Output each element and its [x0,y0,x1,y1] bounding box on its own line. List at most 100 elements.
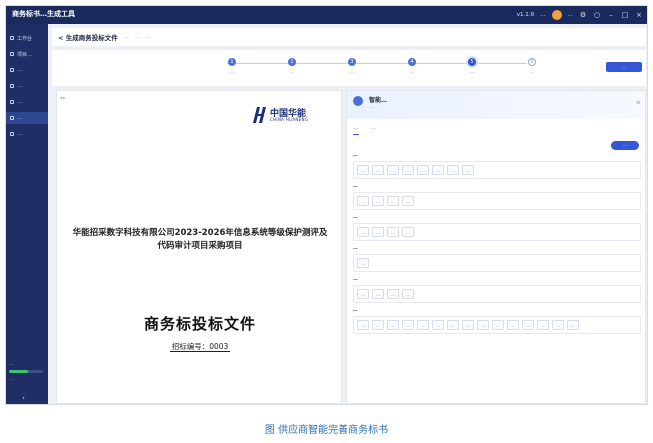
step-label: … [349,70,355,75]
requirement-section: …………… [353,277,641,303]
requirement-chip[interactable]: … [402,196,414,206]
requirement-chip[interactable]: … [402,289,414,299]
stepper-action-button[interactable]: … [606,62,642,72]
requirement-chip[interactable]: … [417,320,429,330]
panel-collapse-icon[interactable]: » [635,98,641,108]
menu-icon [10,100,14,104]
sidebar-item-3[interactable]: … [6,64,48,76]
sidebar-item-5[interactable]: … [6,96,48,108]
step-6[interactable]: 6… [501,58,563,75]
sidebar-item-label: … [17,131,22,137]
requirement-section: ……………………… [353,153,641,179]
step-label: … [409,70,415,75]
notification-icon[interactable]: ○ [593,11,601,19]
requirement-section: …… [353,246,641,272]
page-header: < 生成商务投标文件 … … … [52,28,646,46]
requirement-chip[interactable]: … [447,165,459,175]
chip-group: ……………………………………… [353,316,641,334]
step-label: … [289,70,295,75]
requirement-chip[interactable]: … [387,320,399,330]
expand-icon[interactable]: ⇔ [60,95,65,102]
assistant-action-button[interactable]: … [611,141,639,150]
stepper: 1… 2… 3… 4… 5… 6… … [52,50,646,86]
sidebar-item-label: 项目… [17,51,33,58]
requirement-chip[interactable]: … [402,227,414,237]
step-1[interactable]: 1… [201,58,263,75]
chip-group: ………… [353,285,641,303]
logo-mark-icon [253,107,266,123]
requirement-chip[interactable]: … [357,258,369,268]
requirement-chip[interactable]: … [357,289,369,299]
avatar[interactable] [551,10,562,20]
requirement-chip[interactable]: … [357,227,369,237]
sidebar-item-label: … [17,115,22,121]
document-number-text: 招标编号：0003 [169,342,231,352]
requirement-chip[interactable]: … [372,227,384,237]
usage-label: … [9,362,14,367]
requirement-chip[interactable]: … [402,320,414,330]
step-circle: 6 [528,58,536,66]
page-title[interactable]: < 生成商务投标文件 [58,32,118,42]
requirement-chip[interactable]: … [402,165,414,175]
maximize-icon[interactable]: □ [621,11,629,19]
requirement-section: …………… [353,184,641,210]
requirement-chip[interactable]: … [372,196,384,206]
requirement-chip[interactable]: … [372,165,384,175]
requirement-chip[interactable]: … [432,320,444,330]
document-company-project: 华能招采数字科技有限公司2023-2026年信息系统等级保护测评及代码审计项目采… [72,228,328,251]
close-icon[interactable]: × [635,11,643,19]
requirement-chip[interactable]: … [462,165,474,175]
requirement-chip[interactable]: … [447,320,459,330]
sidebar-item-6[interactable]: … [6,112,48,124]
requirement-chip[interactable]: … [537,320,549,330]
requirement-chip[interactable]: … [372,289,384,299]
minimize-icon[interactable]: – [607,11,615,19]
company-logo: 中国华能 CHINA HUANENG [253,105,333,127]
topbar-right: v1.1.9 … … ⚙ ○ – □ × [517,8,643,22]
workbench-icon [10,36,14,40]
requirement-chip[interactable]: … [507,320,519,330]
requirement-chip[interactable]: … [357,165,369,175]
sidebar-item-4[interactable]: … [6,80,48,92]
requirement-chip[interactable]: … [387,196,399,206]
step-label: … [469,70,475,75]
tab-2[interactable]: … [371,125,377,135]
tab-1[interactable]: … [353,125,359,135]
document-title: 商务标投标文件 [143,315,256,333]
step-3[interactable]: 3… [321,58,383,75]
requirement-chip[interactable]: … [387,165,399,175]
section-title: … [353,246,358,251]
sidebar-item-workbench[interactable]: 工作台 [6,32,48,44]
requirement-chip[interactable]: … [477,320,489,330]
requirement-chip[interactable]: … [552,320,564,330]
requirement-chip[interactable]: … [522,320,534,330]
sidebar-item-7[interactable]: … [6,128,48,140]
usage-progress [9,370,43,373]
requirement-chip[interactable]: … [567,320,579,330]
chip-group: … [353,254,641,272]
document-number: 招标编号：0003 [57,341,343,352]
sidebar-item-projects[interactable]: 项目… [6,48,48,60]
step-circle: 1 [228,58,236,66]
requirement-chip[interactable]: … [387,289,399,299]
collapse-chevron-icon[interactable]: ‹ [22,394,25,402]
user-name[interactable]: … [568,12,574,18]
requirement-chip[interactable]: … [432,165,444,175]
requirement-chip[interactable]: … [357,320,369,330]
requirement-chip[interactable]: … [357,196,369,206]
requirement-chip[interactable]: … [387,227,399,237]
project-icon [10,52,14,56]
step-2[interactable]: 2… [261,58,323,75]
chip-group: ………… [353,223,641,241]
top-bar: 商务标书…生成工具 v1.1.9 … … ⚙ ○ – □ × [6,6,647,24]
requirement-chip[interactable]: … [462,320,474,330]
chip-group: …………………… [353,161,641,179]
step-circle: 3 [348,58,356,66]
step-4[interactable]: 4… [381,58,443,75]
settings-icon[interactable]: ⚙ [579,11,587,19]
requirement-chip[interactable]: … [492,320,504,330]
step-5[interactable]: 5… [441,58,503,75]
requirement-chip[interactable]: … [417,165,429,175]
app-title: 商务标书…生成工具 [12,10,75,18]
requirement-chip[interactable]: … [372,320,384,330]
